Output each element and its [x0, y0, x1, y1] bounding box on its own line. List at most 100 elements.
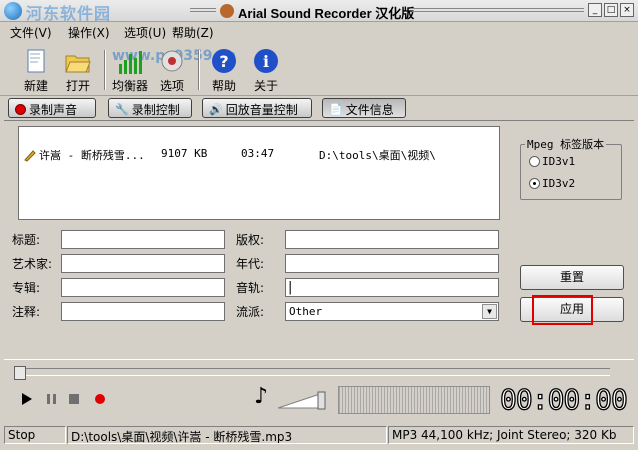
mpeg-tag-group: Mpeg 标签版本 ID3v1 ID3v2 — [520, 136, 622, 200]
title-label: 标题: — [12, 233, 41, 247]
title-stripes-left — [190, 8, 216, 14]
svg-text:i: i — [263, 52, 269, 71]
equalizer-icon — [119, 51, 142, 74]
app-icon — [4, 2, 22, 20]
record-button-icon[interactable] — [95, 394, 105, 404]
chevron-down-icon[interactable]: ▼ — [482, 304, 497, 319]
radio-label: ID3v1 — [542, 155, 576, 168]
options-icon — [161, 50, 183, 72]
radio-label: ID3v2 — [542, 177, 576, 190]
tab-record-control[interactable]: 🔧 录制控制 — [108, 98, 192, 118]
seek-track[interactable] — [14, 368, 610, 376]
new-label: 新建 — [23, 79, 48, 93]
artist-input[interactable] — [61, 254, 225, 273]
menu-operation[interactable]: 操作(X) — [68, 24, 110, 41]
list-item[interactable]: 许嵩 - 断桥残雪... 9107 KB 03:47 D:\tools\桌面\视… — [21, 147, 497, 163]
level-meter — [338, 386, 490, 414]
radio-id3v1[interactable]: ID3v1 — [529, 155, 575, 168]
options-label: 选项 — [159, 79, 184, 93]
comment-label: 注释: — [12, 305, 41, 319]
stop-icon[interactable] — [69, 394, 79, 404]
open-button[interactable]: 打开 — [56, 48, 100, 94]
comment-input[interactable] — [61, 302, 225, 321]
minimize-button[interactable]: _ — [588, 3, 602, 17]
about-label: 关于 — [253, 79, 278, 93]
toolbar: 新建 打开 均衡器 选项 ? 帮助 i 关于 — [0, 40, 638, 96]
tab-playback-volume[interactable]: 🔊 回放音量控制 — [202, 98, 312, 118]
radio-circle — [529, 156, 540, 167]
file-path: D:\tools\桌面\视频\ — [319, 149, 436, 162]
tab-label: 回放音量控制 — [225, 102, 298, 117]
track-label: 音轨: — [236, 281, 265, 295]
volume-note-icon: ♪ — [254, 384, 269, 409]
help-button[interactable]: ? 帮助 — [202, 48, 246, 94]
title-input[interactable] — [61, 230, 225, 249]
status-file: D:\tools\桌面\视频\许嵩 - 断桥残雪.mp3 — [67, 426, 387, 444]
maximize-button[interactable]: □ — [604, 3, 618, 17]
speaker-icon: 🔊 — [209, 102, 223, 116]
watermark-text: 河东软件园 — [26, 4, 112, 23]
options-button[interactable]: 选项 — [150, 48, 194, 94]
file-size: 9107 KB — [161, 147, 208, 160]
tab-record-sound[interactable]: 录制声音 — [8, 98, 96, 118]
genre-select[interactable]: Other ▼ — [285, 302, 499, 321]
play-icon[interactable] — [22, 393, 32, 405]
copyright-label: 版权: — [236, 233, 265, 247]
tab-label: 文件信息 — [345, 102, 394, 117]
file-name: 许嵩 - 断桥残雪... — [39, 149, 145, 162]
album-label: 专辑: — [12, 281, 41, 295]
highlight-box — [532, 295, 593, 325]
new-button[interactable]: 新建 — [14, 48, 58, 94]
menu-help[interactable]: 帮助(Z) — [172, 24, 214, 41]
title-stripes-right — [412, 8, 584, 14]
file-duration: 03:47 — [241, 147, 275, 160]
menu-bar: 文件(V) 操作(X) 选项(U) 帮助(Z) — [0, 22, 638, 40]
time-display: 00:00:00 — [499, 382, 628, 416]
open-folder-icon — [65, 55, 91, 73]
record-icon — [15, 103, 26, 115]
track-input[interactable] — [285, 278, 499, 297]
reset-button[interactable]: 重置 — [520, 265, 624, 290]
speaker-title-icon — [220, 4, 234, 18]
tab-strip: 录制声音 🔧 录制控制 🔊 回放音量控制 📄 文件信息 — [0, 98, 638, 120]
seek-thumb[interactable] — [14, 366, 26, 380]
toolbar-separator — [104, 50, 106, 90]
file-info-icon: 📄 — [329, 102, 343, 116]
about-button[interactable]: i 关于 — [244, 48, 288, 94]
help-label: 帮助 — [211, 79, 236, 93]
status-state: Stop — [4, 426, 66, 444]
tab-file-info[interactable]: 📄 文件信息 — [322, 98, 406, 118]
status-bar: Stop D:\tools\桌面\视频\许嵩 - 断桥残雪.mp3 MP3 44… — [0, 426, 638, 446]
year-input[interactable] — [285, 254, 499, 273]
menu-options[interactable]: 选项(U) — [124, 24, 166, 41]
svg-text:?: ? — [219, 52, 228, 71]
tab-label: 录制控制 — [131, 102, 180, 117]
artist-label: 艺术家: — [12, 257, 53, 271]
genre-value: Other — [289, 305, 323, 318]
radio-circle-selected — [529, 178, 540, 189]
help-icon: ? — [212, 49, 236, 73]
audio-file-icon — [24, 150, 36, 162]
radio-id3v2[interactable]: ID3v2 — [529, 177, 575, 190]
copyright-input[interactable] — [285, 230, 499, 249]
about-icon: i — [254, 49, 278, 73]
status-format: MP3 44,100 kHz; Joint Stereo; 320 Kb — [388, 426, 634, 444]
menu-file[interactable]: 文件(V) — [10, 24, 52, 41]
window-title: Arial Sound Recorder 汉化版 — [238, 6, 415, 21]
tab-label: 录制声音 — [29, 102, 78, 117]
volume-slider[interactable] — [278, 390, 328, 410]
mpeg-tag-legend: Mpeg 标签版本 — [525, 136, 607, 152]
new-file-icon — [27, 49, 45, 73]
album-input[interactable] — [61, 278, 225, 297]
close-button[interactable]: × — [620, 3, 634, 17]
wrench-icon: 🔧 — [115, 102, 129, 116]
file-list[interactable]: 许嵩 - 断桥残雪... 9107 KB 03:47 D:\tools\桌面\视… — [18, 126, 500, 220]
toolbar-separator — [198, 50, 200, 90]
open-label: 打开 — [65, 79, 90, 93]
equalizer-label: 均衡器 — [111, 79, 148, 93]
equalizer-button[interactable]: 均衡器 — [108, 48, 152, 94]
year-label: 年代: — [236, 257, 265, 271]
title-bar: 河东软件园 Arial Sound Recorder 汉化版 _ □ × — [0, 0, 638, 23]
genre-label: 流派: — [236, 305, 265, 319]
pause-icon[interactable] — [47, 394, 56, 404]
